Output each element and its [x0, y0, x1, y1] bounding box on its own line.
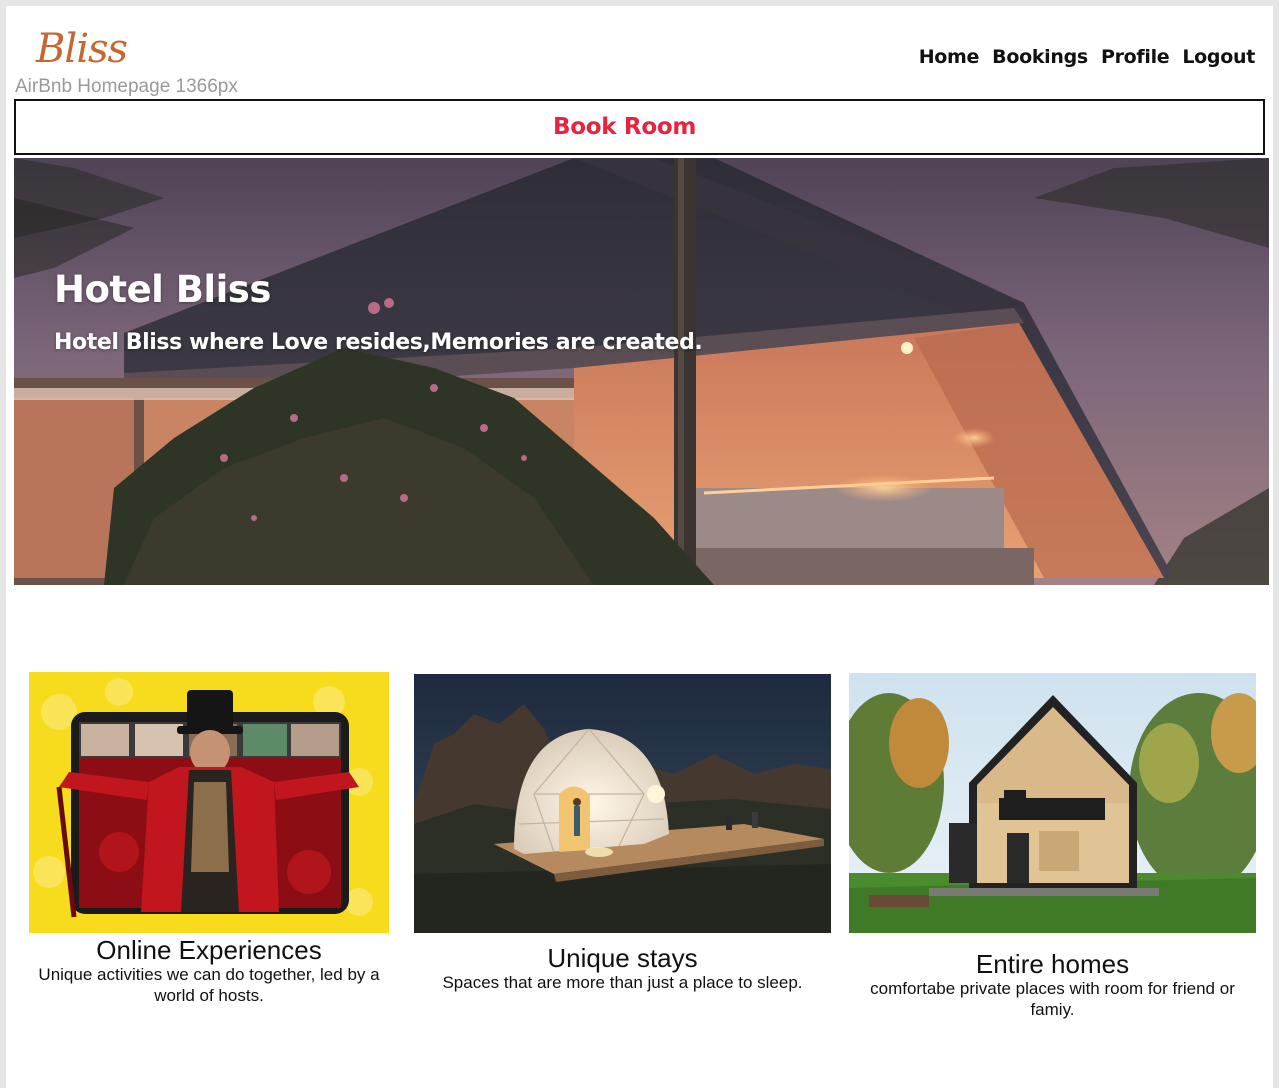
card-title: Online Experiences [96, 935, 322, 965]
frame-label: AirBnb Homepage 1366px [15, 76, 238, 97]
nav-home-link[interactable]: Home [919, 46, 980, 68]
hero-title: Hotel Bliss [54, 268, 271, 311]
online-experiences-image [29, 672, 389, 933]
book-room-button[interactable]: Book Room [14, 99, 1265, 155]
card-title: Entire homes [975, 949, 1130, 979]
card-title: Unique stays [547, 943, 698, 973]
nav-profile-link[interactable]: Profile [1101, 46, 1170, 68]
nav-bookings-link[interactable]: Bookings [992, 46, 1088, 68]
brand-logo[interactable]: Bliss [36, 26, 128, 72]
card-description: comfortabe private places with room for … [870, 979, 1235, 1019]
top-nav: Home Bookings Profile Logout [919, 46, 1256, 68]
card-unique-stays[interactable]: Unique stays Spaces that are more than j… [414, 674, 831, 993]
book-room-label: Book Room [552, 114, 696, 140]
hero-image [14, 158, 1269, 585]
unique-stays-image [414, 674, 831, 933]
hero-subtitle: Hotel Bliss where Love resides,Memories … [54, 330, 703, 355]
hero-banner: Hotel Bliss Hotel Bliss where Love resid… [14, 158, 1269, 585]
card-online-experiences[interactable]: Online Experiences Unique activities we … [29, 672, 389, 1006]
entire-homes-image [849, 673, 1256, 933]
card-description: Spaces that are more than just a place t… [442, 973, 803, 992]
card-description: Unique activities we can do together, le… [38, 965, 380, 1005]
page-frame: Bliss AirBnb Homepage 1366px Home Bookin… [6, 6, 1273, 1088]
card-entire-homes[interactable]: Entire homes comfortabe private places w… [849, 673, 1256, 1020]
nav-logout-link[interactable]: Logout [1182, 46, 1255, 68]
